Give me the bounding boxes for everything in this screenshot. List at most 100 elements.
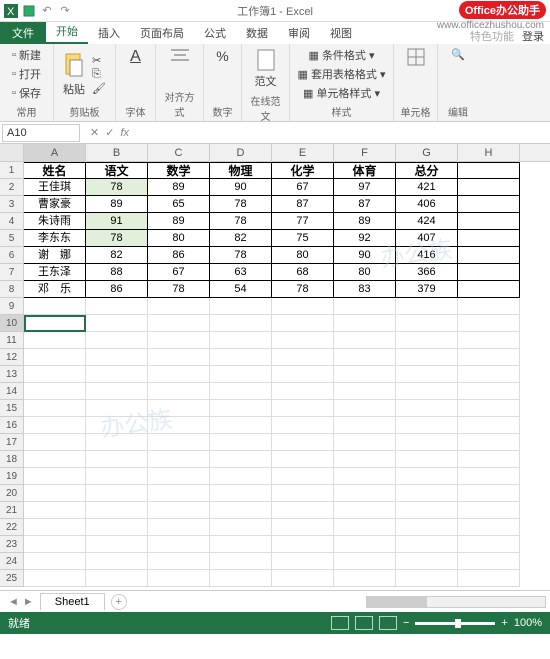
- cell[interactable]: [272, 485, 334, 502]
- cell[interactable]: [24, 451, 86, 468]
- open-button[interactable]: ▫打开: [10, 65, 43, 83]
- cell[interactable]: [24, 519, 86, 536]
- cell[interactable]: 总分: [396, 162, 458, 179]
- select-all-corner[interactable]: [0, 144, 24, 161]
- cell[interactable]: 80: [272, 247, 334, 264]
- cell[interactable]: 王东泽: [24, 264, 86, 281]
- zoom-out-icon[interactable]: −: [403, 617, 409, 629]
- cell[interactable]: [396, 570, 458, 587]
- cell[interactable]: 89: [148, 213, 210, 230]
- cell[interactable]: 朱诗雨: [24, 213, 86, 230]
- name-box[interactable]: [2, 124, 80, 142]
- cell[interactable]: [458, 281, 520, 298]
- cell[interactable]: [210, 485, 272, 502]
- cell[interactable]: [334, 298, 396, 315]
- cell[interactable]: 89: [334, 213, 396, 230]
- cell[interactable]: [458, 196, 520, 213]
- cell[interactable]: [272, 519, 334, 536]
- cell[interactable]: [24, 298, 86, 315]
- cell[interactable]: [396, 332, 458, 349]
- cell[interactable]: 78: [210, 196, 272, 213]
- page-break-view-icon[interactable]: [379, 616, 397, 630]
- cell[interactable]: [458, 247, 520, 264]
- cell[interactable]: 90: [210, 179, 272, 196]
- cell[interactable]: 83: [334, 281, 396, 298]
- cell[interactable]: [148, 400, 210, 417]
- cell[interactable]: [272, 502, 334, 519]
- cell[interactable]: [458, 315, 520, 332]
- cell[interactable]: [86, 315, 148, 332]
- cell[interactable]: [272, 553, 334, 570]
- conditional-format-button[interactable]: ▦条件格式 ▾: [307, 46, 377, 64]
- cell[interactable]: [210, 553, 272, 570]
- cell[interactable]: [396, 485, 458, 502]
- row-header[interactable]: 6: [0, 247, 24, 264]
- row-header[interactable]: 18: [0, 451, 24, 468]
- cell[interactable]: 92: [334, 230, 396, 247]
- cell[interactable]: [458, 434, 520, 451]
- cell[interactable]: 67: [148, 264, 210, 281]
- cell[interactable]: [86, 383, 148, 400]
- cell[interactable]: 78: [86, 230, 148, 247]
- cell[interactable]: [458, 264, 520, 281]
- tab-formulas[interactable]: 公式: [194, 22, 236, 44]
- tab-review[interactable]: 审阅: [278, 22, 320, 44]
- cell[interactable]: 87: [272, 196, 334, 213]
- cell[interactable]: [458, 536, 520, 553]
- row-header[interactable]: 13: [0, 366, 24, 383]
- cell[interactable]: [86, 451, 148, 468]
- cell[interactable]: [272, 570, 334, 587]
- cell[interactable]: 424: [396, 213, 458, 230]
- cell[interactable]: [24, 553, 86, 570]
- cell[interactable]: [148, 315, 210, 332]
- cell[interactable]: [458, 332, 520, 349]
- cell[interactable]: [334, 434, 396, 451]
- cell[interactable]: [334, 570, 396, 587]
- cell[interactable]: [24, 383, 86, 400]
- cell[interactable]: 78: [86, 179, 148, 196]
- cell[interactable]: [24, 468, 86, 485]
- cell[interactable]: 体育: [334, 162, 396, 179]
- tab-page-layout[interactable]: 页面布局: [130, 22, 194, 44]
- cell[interactable]: 78: [210, 213, 272, 230]
- cell[interactable]: [334, 519, 396, 536]
- cell[interactable]: [86, 502, 148, 519]
- cell[interactable]: [86, 536, 148, 553]
- row-header[interactable]: 21: [0, 502, 24, 519]
- cell[interactable]: [334, 536, 396, 553]
- cell[interactable]: 89: [148, 179, 210, 196]
- cell[interactable]: [148, 468, 210, 485]
- format-painter-icon[interactable]: 🖌: [92, 82, 106, 95]
- cell[interactable]: [396, 417, 458, 434]
- cell[interactable]: 68: [272, 264, 334, 281]
- cell[interactable]: [458, 502, 520, 519]
- next-sheet-icon[interactable]: ►: [23, 596, 34, 608]
- cell[interactable]: [458, 519, 520, 536]
- cell[interactable]: 80: [334, 264, 396, 281]
- cell[interactable]: 65: [148, 196, 210, 213]
- cell[interactable]: [86, 332, 148, 349]
- cell[interactable]: [24, 570, 86, 587]
- cell[interactable]: [272, 536, 334, 553]
- cell[interactable]: [396, 519, 458, 536]
- cell[interactable]: [458, 383, 520, 400]
- cell[interactable]: [458, 553, 520, 570]
- cell[interactable]: [148, 332, 210, 349]
- row-header[interactable]: 25: [0, 570, 24, 587]
- cell[interactable]: [396, 451, 458, 468]
- row-header[interactable]: 5: [0, 230, 24, 247]
- col-header[interactable]: B: [86, 144, 148, 161]
- redo-icon[interactable]: ↷: [58, 4, 72, 18]
- cell[interactable]: [396, 298, 458, 315]
- cell[interactable]: 语文: [86, 162, 148, 179]
- cell[interactable]: [272, 417, 334, 434]
- cell[interactable]: [148, 519, 210, 536]
- cell[interactable]: [24, 536, 86, 553]
- cell[interactable]: 407: [396, 230, 458, 247]
- cell[interactable]: [148, 451, 210, 468]
- row-header[interactable]: 9: [0, 298, 24, 315]
- col-header[interactable]: H: [458, 144, 520, 161]
- cell[interactable]: [86, 570, 148, 587]
- align-button[interactable]: [160, 46, 199, 87]
- cell[interactable]: 63: [210, 264, 272, 281]
